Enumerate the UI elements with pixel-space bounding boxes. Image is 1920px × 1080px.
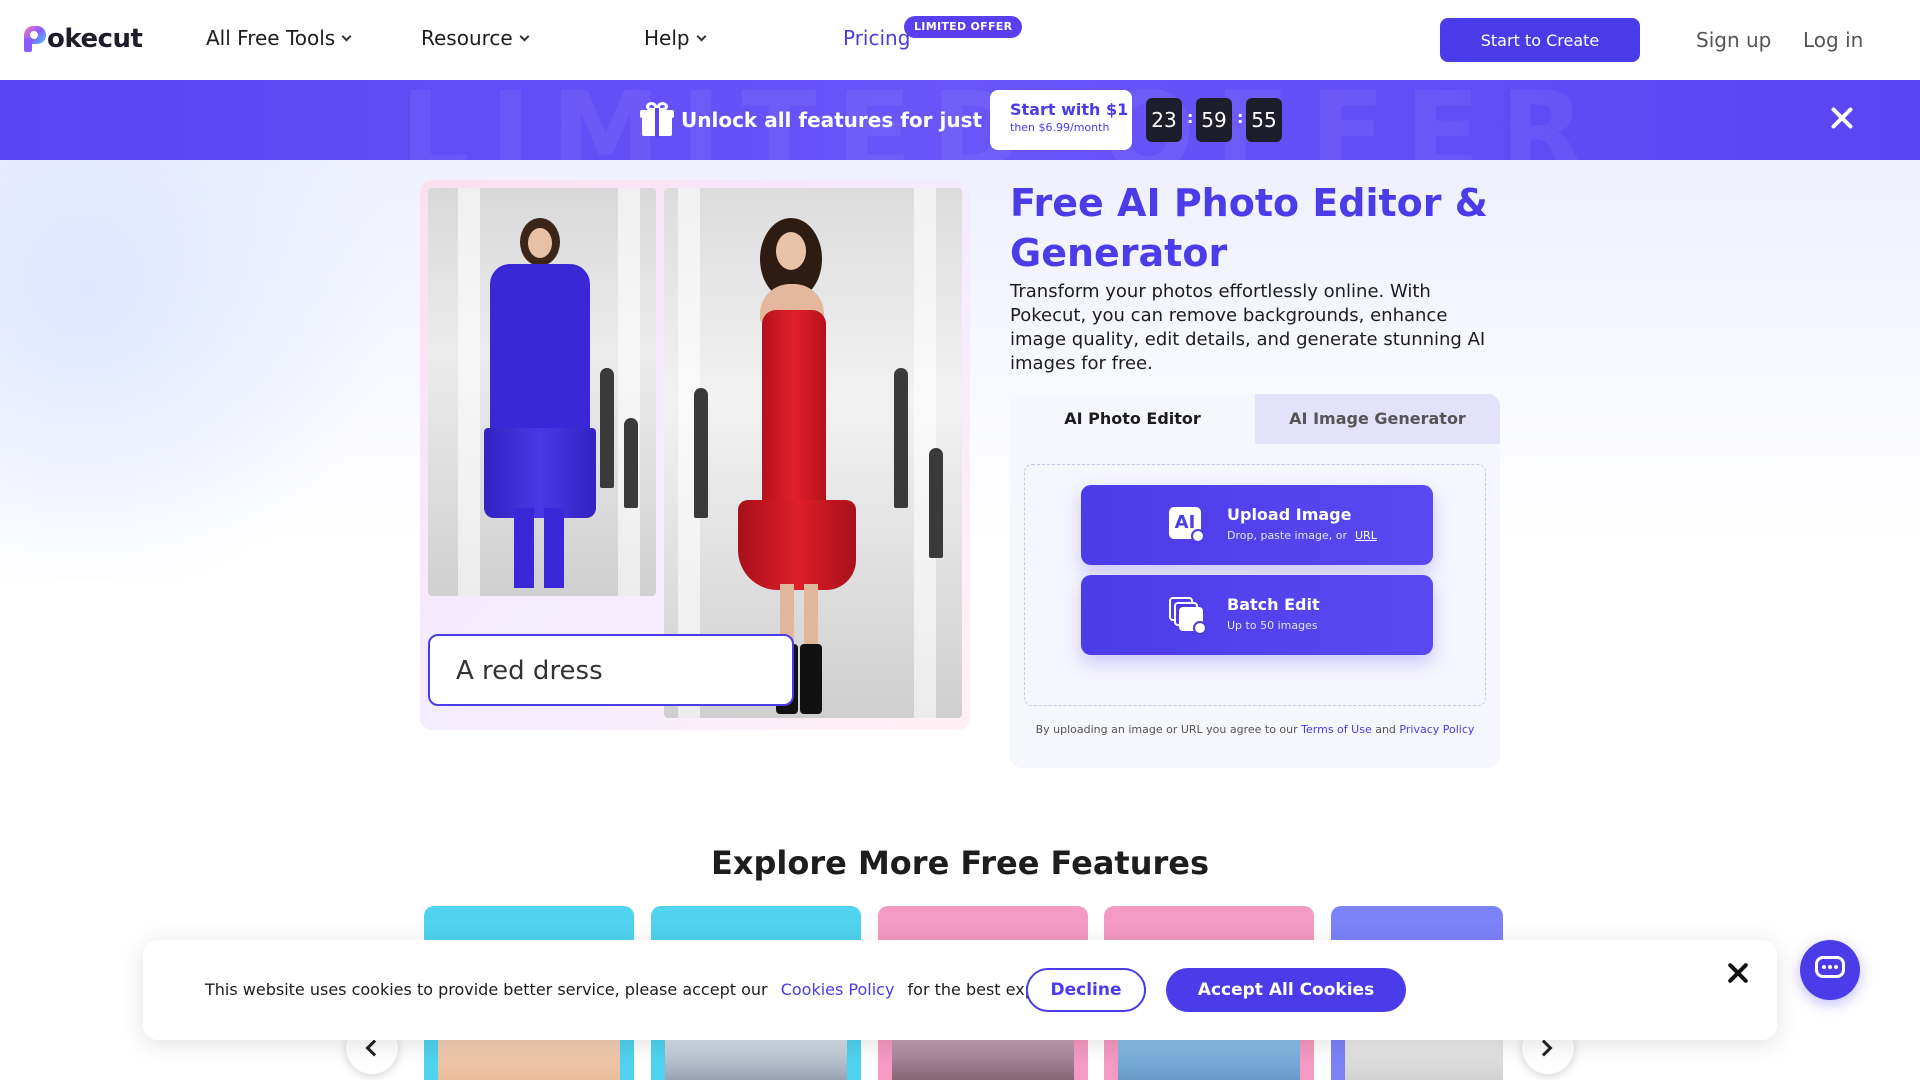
nav-resource[interactable]: Resource [421, 26, 530, 50]
url-link[interactable]: URL [1355, 529, 1377, 542]
chat-support-button[interactable] [1800, 940, 1860, 1000]
pokecut-logo-icon [24, 26, 46, 52]
before-photo [428, 188, 656, 596]
nav-label: All Free Tools [206, 26, 336, 50]
hero-description: Transform your photos effortlessly onlin… [1010, 281, 1486, 374]
hero-decoration [0, 160, 420, 580]
timer-colon: : [1237, 108, 1244, 127]
logo-text: okecut [47, 24, 143, 54]
nav-all-free-tools[interactable]: All Free Tools [206, 26, 352, 50]
close-offer-icon[interactable] [1828, 104, 1856, 132]
cookie-text-before: This website uses cookies to provide bet… [205, 980, 768, 999]
timer-minutes: 59 [1196, 98, 1232, 142]
batch-title: Batch Edit [1227, 595, 1320, 614]
upload-agreement: By uploading an image or URL you agree t… [1024, 720, 1486, 740]
start-title: Start with $1 [1010, 100, 1129, 119]
batch-edit-button[interactable]: Batch Edit Up to 50 images [1081, 575, 1433, 655]
upload-image-button[interactable]: AI Upload Image Drop, paste image, or URL [1081, 485, 1433, 565]
feature-thumbnail [892, 1036, 1074, 1080]
log-in-link[interactable]: Log in [1803, 28, 1863, 52]
upload-subtitle: Drop, paste image, or URL [1227, 529, 1377, 542]
gift-icon [640, 102, 674, 138]
nav-pricing[interactable]: Pricing [843, 26, 910, 50]
close-cookie-icon[interactable] [1725, 960, 1751, 986]
page-title: Free AI Photo Editor & Generator [1010, 181, 1488, 275]
privacy-policy-link[interactable]: Privacy Policy [1399, 723, 1474, 736]
chevron-down-icon [341, 31, 352, 41]
upload-title: Upload Image [1227, 505, 1352, 524]
demo-image-panel: A red dress [420, 180, 970, 730]
chevron-right-icon [1535, 1039, 1553, 1057]
limited-offer-badge: LIMITED OFFER [904, 16, 1023, 38]
cookie-banner: This website uses cookies to provide bet… [143, 940, 1777, 1040]
feature-thumbnail [665, 1036, 847, 1080]
agree-and: and [1375, 723, 1396, 736]
tab-ai-image-generator[interactable]: AI Image Generator [1255, 394, 1500, 444]
feature-thumbnail [438, 1036, 620, 1080]
upload-drop-zone[interactable]: AI Upload Image Drop, paste image, or URL… [1024, 464, 1486, 706]
sign-up-link[interactable]: Sign up [1696, 28, 1771, 52]
chevron-down-icon [519, 31, 530, 41]
nav-label: Resource [421, 26, 513, 50]
start-with-1-button[interactable]: Start with $1 then $6.99/month [990, 90, 1132, 150]
timer-colon: : [1187, 108, 1194, 127]
chevron-down-icon [696, 31, 707, 41]
cookie-message: This website uses cookies to provide bet… [205, 980, 1094, 999]
tab-ai-photo-editor[interactable]: AI Photo Editor [1010, 394, 1255, 444]
feature-thumbnail [1345, 1036, 1503, 1080]
batch-images-icon [1169, 597, 1207, 635]
nav-help[interactable]: Help [644, 26, 707, 50]
explore-title: Explore More Free Features [710, 844, 1210, 882]
timer-hours: 23 [1146, 98, 1182, 142]
tool-card: AI Photo Editor AI Image Generator AI Up… [1010, 394, 1500, 768]
agree-prefix: By uploading an image or URL you agree t… [1035, 723, 1298, 736]
feature-thumbnail [1118, 1036, 1300, 1080]
nav-label: Help [644, 26, 690, 50]
accept-all-cookies-button[interactable]: Accept All Cookies [1166, 968, 1406, 1012]
ai-upload-icon: AI [1169, 507, 1205, 543]
pokecut-logo[interactable]: okecut [24, 24, 143, 54]
offer-banner: LIMITED OFFER Unlock all features for ju… [0, 80, 1920, 160]
demo-prompt-box: A red dress [428, 634, 794, 706]
decline-button[interactable]: Decline [1026, 968, 1146, 1012]
nav-label: Pricing [843, 26, 911, 50]
chevron-left-icon [365, 1039, 383, 1057]
cookies-policy-link[interactable]: Cookies Policy [781, 980, 895, 999]
timer-seconds: 55 [1246, 98, 1282, 142]
chat-icon [1815, 956, 1845, 978]
batch-subtitle: Up to 50 images [1227, 619, 1318, 632]
upload-sub-text: Drop, paste image, or [1227, 529, 1347, 542]
start-subtitle: then $6.99/month [1010, 121, 1110, 134]
terms-of-use-link[interactable]: Terms of Use [1301, 723, 1372, 736]
start-to-create-button[interactable]: Start to Create [1440, 18, 1640, 62]
offer-text: Unlock all features for just $1 [681, 108, 1017, 132]
top-header: okecut All Free Tools Resource Help Pric… [0, 0, 1920, 80]
